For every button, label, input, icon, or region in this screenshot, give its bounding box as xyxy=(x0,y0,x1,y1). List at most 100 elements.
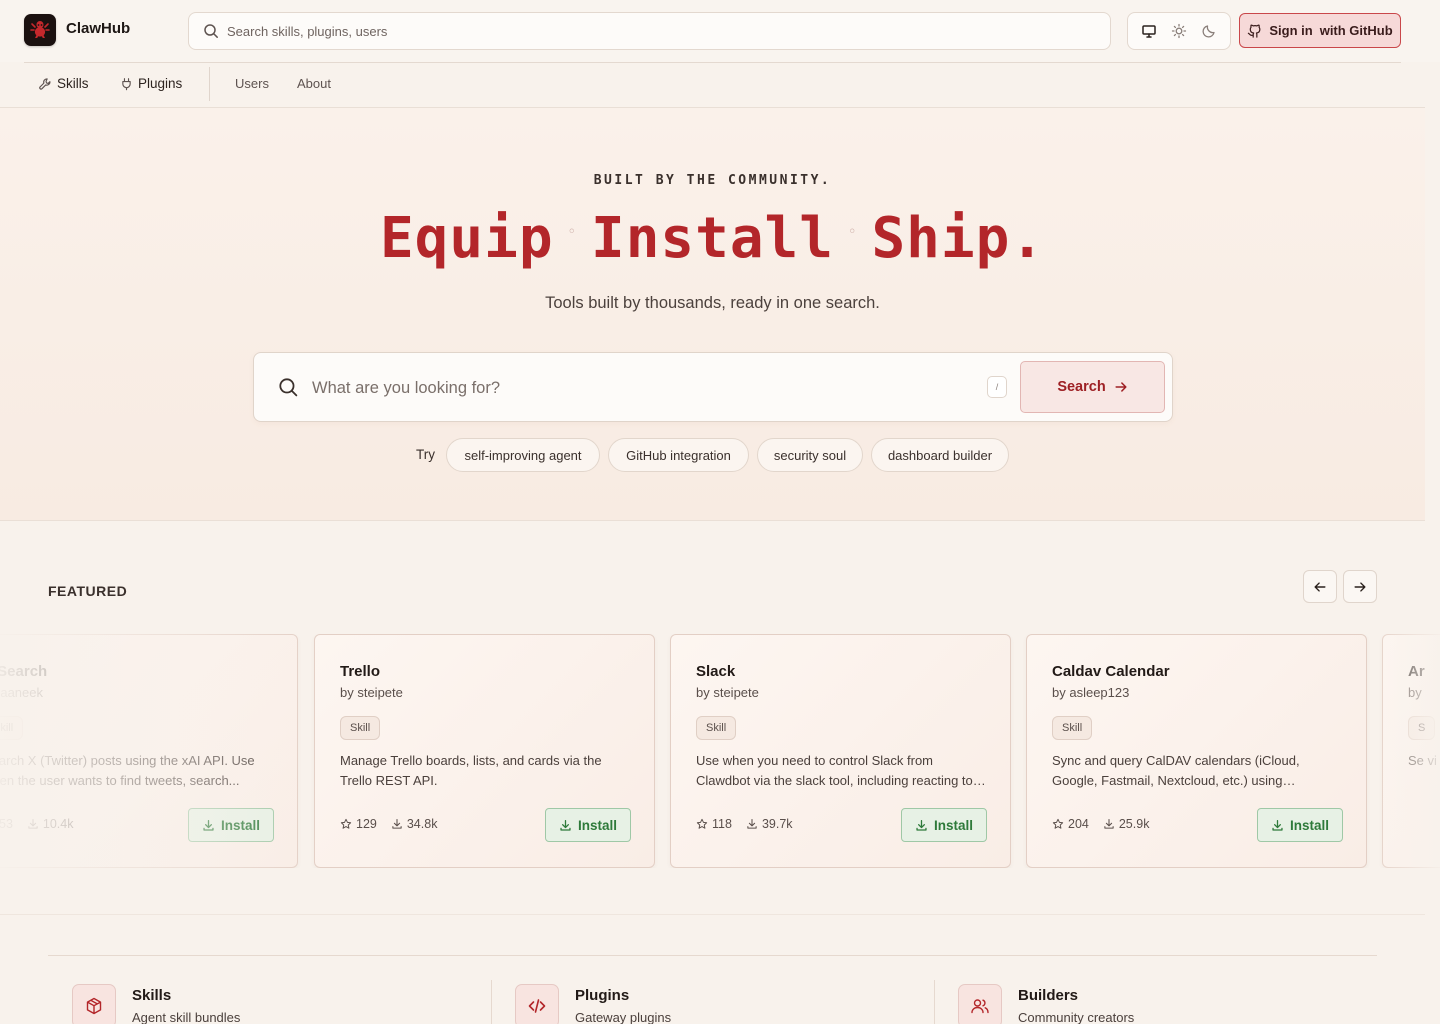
nav-divider xyxy=(209,67,210,101)
dot-separator: ◦ xyxy=(848,223,858,240)
featured-card[interactable]: Trello by steipete Skill Manage Trello b… xyxy=(314,634,655,868)
install-label: Install xyxy=(1289,817,1329,833)
star-icon xyxy=(1052,818,1064,829)
featured-heading: FEATURED xyxy=(48,583,128,599)
downloads-count: 10.4k xyxy=(42,817,74,831)
try-label: Try xyxy=(416,447,435,462)
card-tag: Skill xyxy=(340,716,381,740)
stars-stat: 129 xyxy=(340,817,377,831)
card-tag: Skill xyxy=(696,716,737,740)
featured-carousel: X Search by aaneek Skill Search X (Twitt… xyxy=(0,634,1440,868)
nav-plugins-label: Plugins xyxy=(138,76,183,91)
stat-title: Skills xyxy=(132,987,172,1004)
card-stats: 204 25.9k xyxy=(1052,817,1149,831)
card-tag: Skill xyxy=(0,716,24,740)
nav-about[interactable]: About xyxy=(297,76,331,91)
main-nav: Skills Plugins Users About xyxy=(0,63,1425,108)
stat-divider xyxy=(491,980,492,1024)
nav-skills-label: Skills xyxy=(57,76,89,91)
download-icon xyxy=(28,818,38,829)
card-author: by xyxy=(1408,685,1422,700)
box-icon xyxy=(72,984,116,1024)
featured-card[interactable]: X Search by aaneek Skill Search X (Twitt… xyxy=(0,634,298,868)
carousel-prev-button[interactable] xyxy=(1303,570,1337,603)
download-icon xyxy=(1272,819,1283,831)
suggestion-chip[interactable]: GitHub integration xyxy=(608,438,749,472)
card-author: by asleep123 xyxy=(1052,685,1130,700)
dot-separator: ◦ xyxy=(567,223,577,240)
card-title: Trello xyxy=(340,663,381,680)
card-stats: 118 39.7k xyxy=(696,817,793,831)
search-icon xyxy=(279,378,298,397)
card-author: by aaneek xyxy=(0,685,43,700)
global-search-input[interactable] xyxy=(227,23,1087,39)
card-title: Slack xyxy=(696,663,736,680)
code-icon xyxy=(515,984,559,1024)
nav-users[interactable]: Users xyxy=(235,76,269,91)
search-icon xyxy=(204,24,218,38)
download-icon xyxy=(1104,818,1114,829)
section-divider xyxy=(0,914,1425,915)
nav-plugins[interactable]: Plugins xyxy=(120,76,182,91)
stat-subtitle: Agent skill bundles xyxy=(132,1010,241,1024)
hero-section: BUILT BY THE COMMUNITY. Equip ◦ Install ◦ Sh… xyxy=(0,108,1425,521)
card-description: Search X (Twitter) posts using the xAI A… xyxy=(0,753,255,788)
downloads-stat: 39.7k xyxy=(746,817,793,831)
stars-count: 118 xyxy=(712,817,732,831)
carousel-next-button[interactable] xyxy=(1343,570,1377,603)
sun-icon[interactable] xyxy=(1167,19,1191,43)
global-search[interactable] xyxy=(188,12,1111,50)
stars-stat: 204 xyxy=(1052,817,1089,831)
download-icon xyxy=(916,819,927,831)
top-bar: ClawHub Sign in with GitHub xyxy=(0,0,1440,62)
headline-word-3: Ship. xyxy=(871,206,1046,271)
nav-skills[interactable]: Skills xyxy=(38,76,89,91)
arrow-right-icon xyxy=(1115,382,1127,392)
suggestion-chip[interactable]: self-improving agent xyxy=(446,438,600,472)
logo-icon[interactable] xyxy=(24,14,56,46)
install-label: Install xyxy=(220,817,260,833)
install-button[interactable]: Install xyxy=(545,808,631,842)
downloads-count: 39.7k xyxy=(761,817,793,831)
stars-stat: 53 xyxy=(0,817,13,831)
featured-card[interactable]: Ar by S Se vi xyxy=(1382,634,1440,868)
stars-count: 53 xyxy=(0,817,13,831)
stats-divider xyxy=(48,955,1377,956)
wrench-icon xyxy=(39,77,51,90)
stat-title: Plugins xyxy=(575,987,630,1004)
plug-icon xyxy=(122,77,131,90)
github-icon xyxy=(1248,24,1261,38)
headline-word-1: Equip xyxy=(379,206,554,271)
stars-stat: 118 xyxy=(696,817,732,831)
card-tag: Skill xyxy=(1052,716,1093,740)
moon-icon[interactable] xyxy=(1197,19,1221,43)
downloads-stat: 10.4k xyxy=(27,817,74,831)
hero-subtitle: Tools built by thousands, ready in one s… xyxy=(545,294,880,312)
shortcut-hint: / xyxy=(987,376,1007,398)
stars-count: 129 xyxy=(356,817,377,831)
download-icon xyxy=(392,818,402,829)
hero-kicker: BUILT BY THE COMMUNITY. xyxy=(593,173,832,188)
sign-in-suffix: with GitHub xyxy=(1319,23,1393,38)
install-label: Install xyxy=(577,817,617,833)
install-button[interactable]: Install xyxy=(1257,808,1343,842)
card-author: by steipete xyxy=(696,685,759,700)
users-icon xyxy=(958,984,1002,1024)
card-description: Se vi xyxy=(1408,753,1437,768)
hero-search-input[interactable] xyxy=(312,373,972,403)
sign-in-button[interactable]: Sign in with GitHub xyxy=(1239,13,1401,48)
monitor-icon[interactable] xyxy=(1137,19,1161,43)
brand-name[interactable]: ClawHub xyxy=(66,20,130,37)
stat-divider xyxy=(934,980,935,1024)
stat-title: Builders xyxy=(1018,987,1079,1004)
suggestion-chip[interactable]: dashboard builder xyxy=(871,438,1009,472)
card-description: Use when you need to control Slack from … xyxy=(696,753,973,788)
card-author: by steipete xyxy=(340,685,403,700)
search-button[interactable]: Search xyxy=(1020,361,1165,413)
install-button[interactable]: Install xyxy=(901,808,987,842)
star-icon xyxy=(696,818,708,829)
featured-card[interactable]: Slack by steipete Skill Use when you nee… xyxy=(670,634,1011,868)
suggestion-chip[interactable]: security soul xyxy=(757,438,863,472)
install-button[interactable]: Install xyxy=(188,808,274,842)
featured-card[interactable]: Caldav Calendar by asleep123 Skill Sync … xyxy=(1026,634,1367,868)
